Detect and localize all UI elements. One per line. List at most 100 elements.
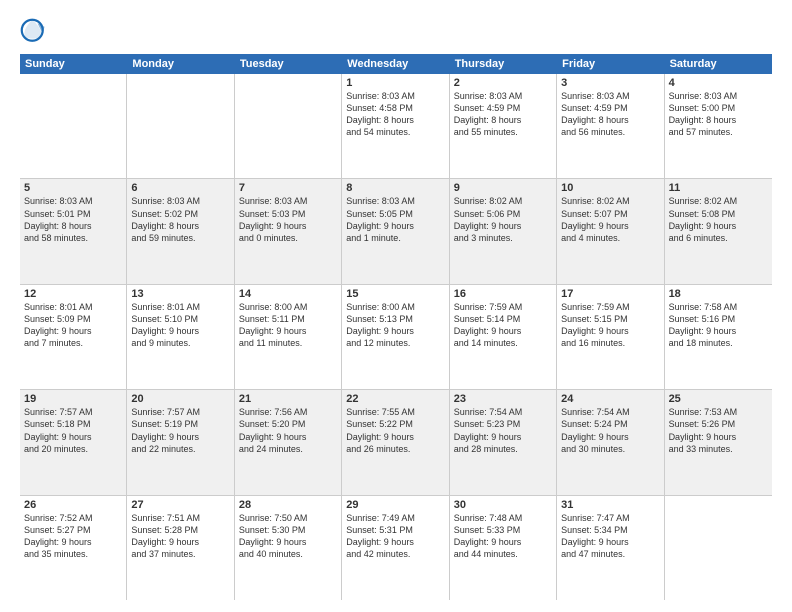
- day-number: 25: [669, 393, 768, 405]
- calendar-cell: 17Sunrise: 7:59 AM Sunset: 5:15 PM Dayli…: [557, 285, 664, 389]
- day-number: 7: [239, 182, 337, 194]
- calendar-cell: 26Sunrise: 7:52 AM Sunset: 5:27 PM Dayli…: [20, 496, 127, 600]
- calendar: SundayMondayTuesdayWednesdayThursdayFrid…: [20, 54, 772, 600]
- calendar-cell: 23Sunrise: 7:54 AM Sunset: 5:23 PM Dayli…: [450, 390, 557, 494]
- day-number: 26: [24, 499, 122, 511]
- day-number: 27: [131, 499, 229, 511]
- day-info: Sunrise: 7:49 AM Sunset: 5:31 PM Dayligh…: [346, 512, 444, 561]
- calendar-row-1: 1Sunrise: 8:03 AM Sunset: 4:58 PM Daylig…: [20, 74, 772, 179]
- day-number: 5: [24, 182, 122, 194]
- day-number: 13: [131, 288, 229, 300]
- day-info: Sunrise: 8:03 AM Sunset: 5:05 PM Dayligh…: [346, 195, 444, 244]
- day-info: Sunrise: 8:00 AM Sunset: 5:11 PM Dayligh…: [239, 301, 337, 350]
- calendar-cell: 28Sunrise: 7:50 AM Sunset: 5:30 PM Dayli…: [235, 496, 342, 600]
- day-info: Sunrise: 8:03 AM Sunset: 5:01 PM Dayligh…: [24, 195, 122, 244]
- header-day-wednesday: Wednesday: [342, 54, 449, 74]
- day-info: Sunrise: 7:58 AM Sunset: 5:16 PM Dayligh…: [669, 301, 768, 350]
- day-info: Sunrise: 8:03 AM Sunset: 5:00 PM Dayligh…: [669, 90, 768, 139]
- calendar-cell: 12Sunrise: 8:01 AM Sunset: 5:09 PM Dayli…: [20, 285, 127, 389]
- day-number: 14: [239, 288, 337, 300]
- calendar-row-4: 19Sunrise: 7:57 AM Sunset: 5:18 PM Dayli…: [20, 390, 772, 495]
- header-day-sunday: Sunday: [20, 54, 127, 74]
- calendar-cell: 25Sunrise: 7:53 AM Sunset: 5:26 PM Dayli…: [665, 390, 772, 494]
- calendar-cell: 5Sunrise: 8:03 AM Sunset: 5:01 PM Daylig…: [20, 179, 127, 283]
- calendar-cell: 30Sunrise: 7:48 AM Sunset: 5:33 PM Dayli…: [450, 496, 557, 600]
- day-number: 31: [561, 499, 659, 511]
- calendar-cell: 20Sunrise: 7:57 AM Sunset: 5:19 PM Dayli…: [127, 390, 234, 494]
- calendar-header: SundayMondayTuesdayWednesdayThursdayFrid…: [20, 54, 772, 74]
- calendar-cell: 1Sunrise: 8:03 AM Sunset: 4:58 PM Daylig…: [342, 74, 449, 178]
- day-number: 15: [346, 288, 444, 300]
- day-info: Sunrise: 8:00 AM Sunset: 5:13 PM Dayligh…: [346, 301, 444, 350]
- day-number: 10: [561, 182, 659, 194]
- day-info: Sunrise: 7:48 AM Sunset: 5:33 PM Dayligh…: [454, 512, 552, 561]
- day-number: 19: [24, 393, 122, 405]
- calendar-body: 1Sunrise: 8:03 AM Sunset: 4:58 PM Daylig…: [20, 74, 772, 600]
- calendar-cell: 24Sunrise: 7:54 AM Sunset: 5:24 PM Dayli…: [557, 390, 664, 494]
- day-number: 1: [346, 77, 444, 89]
- calendar-cell: [665, 496, 772, 600]
- day-info: Sunrise: 8:02 AM Sunset: 5:06 PM Dayligh…: [454, 195, 552, 244]
- calendar-cell: 2Sunrise: 8:03 AM Sunset: 4:59 PM Daylig…: [450, 74, 557, 178]
- day-info: Sunrise: 8:02 AM Sunset: 5:07 PM Dayligh…: [561, 195, 659, 244]
- day-info: Sunrise: 7:53 AM Sunset: 5:26 PM Dayligh…: [669, 406, 768, 455]
- calendar-cell: 16Sunrise: 7:59 AM Sunset: 5:14 PM Dayli…: [450, 285, 557, 389]
- calendar-cell: 3Sunrise: 8:03 AM Sunset: 4:59 PM Daylig…: [557, 74, 664, 178]
- day-info: Sunrise: 7:57 AM Sunset: 5:18 PM Dayligh…: [24, 406, 122, 455]
- logo: [20, 18, 52, 46]
- day-number: 30: [454, 499, 552, 511]
- calendar-cell: 27Sunrise: 7:51 AM Sunset: 5:28 PM Dayli…: [127, 496, 234, 600]
- calendar-row-5: 26Sunrise: 7:52 AM Sunset: 5:27 PM Dayli…: [20, 496, 772, 600]
- day-info: Sunrise: 7:54 AM Sunset: 5:24 PM Dayligh…: [561, 406, 659, 455]
- header-day-friday: Friday: [557, 54, 664, 74]
- calendar-cell: 4Sunrise: 8:03 AM Sunset: 5:00 PM Daylig…: [665, 74, 772, 178]
- calendar-cell: 7Sunrise: 8:03 AM Sunset: 5:03 PM Daylig…: [235, 179, 342, 283]
- day-info: Sunrise: 7:51 AM Sunset: 5:28 PM Dayligh…: [131, 512, 229, 561]
- day-info: Sunrise: 8:01 AM Sunset: 5:10 PM Dayligh…: [131, 301, 229, 350]
- calendar-cell: 8Sunrise: 8:03 AM Sunset: 5:05 PM Daylig…: [342, 179, 449, 283]
- calendar-cell: [127, 74, 234, 178]
- page: SundayMondayTuesdayWednesdayThursdayFrid…: [0, 0, 792, 612]
- day-number: 18: [669, 288, 768, 300]
- day-number: 11: [669, 182, 768, 194]
- calendar-cell: 21Sunrise: 7:56 AM Sunset: 5:20 PM Dayli…: [235, 390, 342, 494]
- calendar-cell: 15Sunrise: 8:00 AM Sunset: 5:13 PM Dayli…: [342, 285, 449, 389]
- day-number: 17: [561, 288, 659, 300]
- day-info: Sunrise: 7:56 AM Sunset: 5:20 PM Dayligh…: [239, 406, 337, 455]
- logo-icon: [20, 18, 48, 46]
- day-number: 9: [454, 182, 552, 194]
- calendar-cell: 13Sunrise: 8:01 AM Sunset: 5:10 PM Dayli…: [127, 285, 234, 389]
- calendar-cell: 14Sunrise: 8:00 AM Sunset: 5:11 PM Dayli…: [235, 285, 342, 389]
- day-number: 4: [669, 77, 768, 89]
- calendar-cell: [20, 74, 127, 178]
- day-info: Sunrise: 7:59 AM Sunset: 5:14 PM Dayligh…: [454, 301, 552, 350]
- day-number: 3: [561, 77, 659, 89]
- calendar-cell: 29Sunrise: 7:49 AM Sunset: 5:31 PM Dayli…: [342, 496, 449, 600]
- day-info: Sunrise: 8:03 AM Sunset: 4:58 PM Dayligh…: [346, 90, 444, 139]
- day-number: 23: [454, 393, 552, 405]
- day-number: 28: [239, 499, 337, 511]
- calendar-cell: 11Sunrise: 8:02 AM Sunset: 5:08 PM Dayli…: [665, 179, 772, 283]
- day-info: Sunrise: 7:50 AM Sunset: 5:30 PM Dayligh…: [239, 512, 337, 561]
- day-info: Sunrise: 7:57 AM Sunset: 5:19 PM Dayligh…: [131, 406, 229, 455]
- calendar-cell: [235, 74, 342, 178]
- calendar-cell: 19Sunrise: 7:57 AM Sunset: 5:18 PM Dayli…: [20, 390, 127, 494]
- day-info: Sunrise: 8:03 AM Sunset: 5:03 PM Dayligh…: [239, 195, 337, 244]
- day-number: 16: [454, 288, 552, 300]
- header-day-thursday: Thursday: [450, 54, 557, 74]
- calendar-cell: 6Sunrise: 8:03 AM Sunset: 5:02 PM Daylig…: [127, 179, 234, 283]
- day-info: Sunrise: 8:01 AM Sunset: 5:09 PM Dayligh…: [24, 301, 122, 350]
- header-day-saturday: Saturday: [665, 54, 772, 74]
- calendar-cell: 31Sunrise: 7:47 AM Sunset: 5:34 PM Dayli…: [557, 496, 664, 600]
- calendar-row-2: 5Sunrise: 8:03 AM Sunset: 5:01 PM Daylig…: [20, 179, 772, 284]
- day-number: 22: [346, 393, 444, 405]
- calendar-cell: 10Sunrise: 8:02 AM Sunset: 5:07 PM Dayli…: [557, 179, 664, 283]
- calendar-cell: 9Sunrise: 8:02 AM Sunset: 5:06 PM Daylig…: [450, 179, 557, 283]
- day-number: 20: [131, 393, 229, 405]
- calendar-row-3: 12Sunrise: 8:01 AM Sunset: 5:09 PM Dayli…: [20, 285, 772, 390]
- day-info: Sunrise: 7:54 AM Sunset: 5:23 PM Dayligh…: [454, 406, 552, 455]
- day-number: 6: [131, 182, 229, 194]
- day-info: Sunrise: 8:02 AM Sunset: 5:08 PM Dayligh…: [669, 195, 768, 244]
- day-number: 29: [346, 499, 444, 511]
- day-info: Sunrise: 7:47 AM Sunset: 5:34 PM Dayligh…: [561, 512, 659, 561]
